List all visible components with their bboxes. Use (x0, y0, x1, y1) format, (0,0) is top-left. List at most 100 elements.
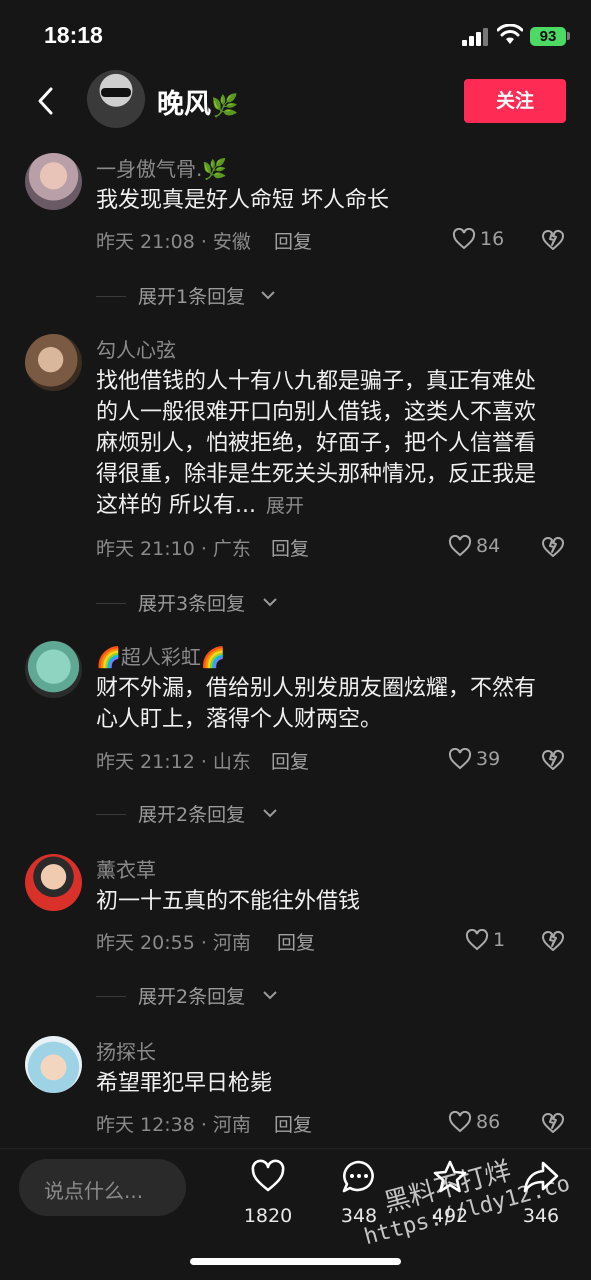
comment-text: 我发现真是好人命短 坏人命长 (96, 188, 389, 213)
dislike-icon[interactable] (541, 535, 565, 559)
heart-icon (448, 535, 472, 557)
comment-text: 初一十五真的不能往外借钱 (96, 889, 361, 914)
share-count: 346 (522, 1205, 560, 1227)
comment-username-text: 薰衣草 (96, 858, 156, 882)
expand-label: 展开2条回复 (138, 804, 246, 826)
author-name-text: 晚风 (157, 89, 211, 120)
like-count: 1 (493, 929, 506, 951)
heart-icon (448, 1111, 472, 1133)
heart-icon (465, 929, 489, 951)
expand-replies[interactable]: 展开3条回复 (0, 589, 591, 617)
comment-username[interactable]: 薰衣草 (96, 854, 156, 883)
wifi-icon (497, 24, 523, 44)
star-icon (433, 1160, 467, 1193)
user-emoji: 🌈 (200, 645, 226, 669)
status-bar: 18:18 93 (0, 0, 591, 70)
dislike-icon[interactable] (541, 228, 565, 252)
comment-username-text: 一身傲气骨. (96, 157, 203, 181)
comment-meta: 昨天 12:38 · 河南 (96, 1114, 251, 1136)
avatar[interactable] (25, 1036, 82, 1093)
avatar[interactable] (25, 854, 82, 911)
expand-replies[interactable]: 展开1条回复 (0, 282, 591, 310)
reply-button[interactable]: 回复 (271, 534, 309, 561)
follow-button[interactable]: 关注 (464, 79, 566, 123)
comment-text: 找他借钱的人十有八九都是骗子，真正有难处的人一般很难开口向别人借钱，这类人不喜欢… (96, 366, 556, 522)
author-name[interactable]: 晚风🌿 (157, 82, 238, 121)
reply-button[interactable]: 回复 (274, 227, 312, 254)
chevron-down-icon (263, 991, 277, 1000)
comment-button[interactable]: 348 (324, 1159, 394, 1239)
avatar[interactable] (87, 70, 145, 128)
heart-icon (251, 1159, 285, 1192)
like-video-button[interactable]: 1820 (233, 1159, 303, 1239)
header: 晚风🌿 关注 (0, 70, 591, 142)
comment-username-text: 扬探长 (96, 1040, 156, 1064)
chevron-down-icon (261, 291, 275, 300)
dislike-icon[interactable] (541, 1111, 565, 1135)
reply-button[interactable]: 回复 (271, 747, 309, 774)
comment-text: 希望罪犯早日枪毙 (96, 1071, 273, 1096)
like-button[interactable]: 39 (448, 746, 528, 774)
divider (96, 296, 126, 297)
comment-username[interactable]: 🌈超人彩虹🌈 (96, 641, 226, 670)
expand-label: 展开3条回复 (138, 593, 246, 615)
comment-item: 🌈超人彩虹🌈 财不外漏，借给别人别发朋友圈炫耀，不然有心人盯上，落得个人财两空。… (0, 641, 591, 831)
comment-username[interactable]: 勾人心弦 (96, 334, 176, 363)
heart-icon (448, 748, 472, 770)
expand-label: 展开2条回复 (138, 986, 246, 1008)
input-placeholder: 说点什么... (44, 1179, 144, 1203)
comment-input[interactable]: 说点什么... (19, 1159, 186, 1216)
expand-label: 展开1条回复 (138, 286, 246, 308)
comment-icon (342, 1160, 374, 1193)
share-icon (523, 1161, 559, 1193)
comment-item: 薰衣草 初一十五真的不能往外借钱 昨天 20:55 · 河南 回复 1 展开2条… (0, 854, 591, 1014)
star-count: 492 (431, 1205, 469, 1227)
like-count: 84 (476, 535, 501, 557)
like-count: 86 (476, 1111, 501, 1133)
divider (96, 996, 126, 997)
divider (96, 814, 126, 815)
comment-meta: 昨天 21:10 · 广东 (96, 538, 251, 560)
comment-item: 勾人心弦 找他借钱的人十有八九都是骗子，真正有难处的人一般很难开口向别人借钱，这… (0, 334, 591, 624)
comment-meta: 昨天 21:12 · 山东 (96, 751, 251, 773)
comment-item: 一身傲气骨.🌿 我发现真是好人命短 坏人命长 昨天 21:08 · 安徽 回复 … (0, 153, 591, 318)
avatar[interactable] (25, 334, 82, 391)
like-button[interactable]: 86 (448, 1109, 528, 1137)
expand-replies[interactable]: 展开2条回复 (0, 982, 591, 1010)
chevron-down-icon (263, 809, 277, 818)
reply-button[interactable]: 回复 (277, 928, 315, 955)
like-button[interactable]: 84 (448, 533, 528, 561)
battery-indicator: 93 (530, 27, 566, 46)
home-indicator[interactable] (190, 1258, 401, 1265)
expand-replies[interactable]: 展开2条回复 (0, 800, 591, 828)
back-icon[interactable] (32, 86, 62, 116)
signal-icon (462, 28, 490, 46)
divider (96, 603, 126, 604)
user-emoji: 🌿 (202, 157, 228, 181)
leaf-emoji: 🌿 (211, 94, 239, 119)
comment-username-text: 勾人心弦 (96, 338, 176, 362)
dislike-icon[interactable] (541, 748, 565, 772)
battery-nub (567, 32, 570, 40)
comment-meta: 昨天 20:55 · 河南 (96, 932, 251, 954)
comment-username[interactable]: 一身傲气骨.🌿 (96, 153, 227, 182)
favorite-button[interactable]: 492 (415, 1159, 485, 1239)
more-link[interactable]: 展开 (266, 495, 304, 517)
comment-username-text: 超人彩虹 (120, 645, 201, 669)
like-count: 39 (476, 748, 501, 770)
dislike-icon[interactable] (541, 929, 565, 953)
user-emoji: 🌈 (96, 645, 121, 669)
avatar[interactable] (25, 641, 82, 698)
chevron-down-icon (263, 598, 277, 607)
comment-item: 扬探长 希望罪犯早日枪毙 昨天 12:38 · 河南 回复 86 (0, 1036, 591, 1146)
like-button[interactable]: 16 (452, 226, 532, 254)
comment-count: 348 (340, 1205, 378, 1227)
like-button[interactable]: 1 (465, 927, 545, 955)
reply-button[interactable]: 回复 (274, 1110, 312, 1137)
comment-text-body: 找他借钱的人十有八九都是骗子，真正有难处的人一般很难开口向别人借钱，这类人不喜欢… (96, 369, 537, 518)
status-time: 18:18 (44, 22, 103, 48)
share-button[interactable]: 346 (506, 1159, 576, 1239)
avatar[interactable] (25, 153, 82, 210)
like-count: 16 (480, 228, 505, 250)
comment-username[interactable]: 扬探长 (96, 1036, 156, 1065)
